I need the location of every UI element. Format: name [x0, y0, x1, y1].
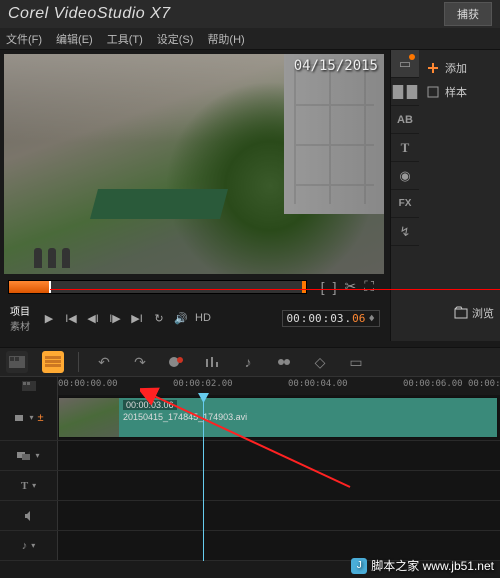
timeline-view-button[interactable]: [42, 351, 64, 373]
library-transition-icon[interactable]: [391, 78, 419, 106]
timeline-tracks: ▾ ± 00:00:03.06 20150415_174845_174903.a…: [0, 395, 500, 561]
chevron-down-icon: ▾: [31, 541, 35, 550]
template-button[interactable]: 样本: [425, 80, 494, 104]
chevron-down-icon: ▾: [35, 451, 39, 460]
preview-timestamp: 04/15/2015: [294, 58, 378, 74]
menu-tools[interactable]: 工具(T): [107, 31, 143, 47]
chevron-down-icon: ▾: [32, 481, 36, 490]
auto-music-button[interactable]: ♪: [237, 351, 259, 373]
watermark: J 脚本之家 www.jb51.net: [351, 557, 494, 574]
redo-button[interactable]: ↷: [129, 351, 151, 373]
go-end-button[interactable]: ▶I: [128, 309, 146, 327]
clip-duration: 00:00:03.06: [123, 400, 177, 410]
menu-bar: 文件(F) 编辑(E) 工具(T) 设定(S) 帮助(H): [0, 28, 500, 50]
video-track-head[interactable]: ▾ ±: [0, 395, 58, 440]
overlay-track-head[interactable]: ▾: [0, 441, 58, 470]
chapter-button[interactable]: ◇: [309, 351, 331, 373]
voice-track-head[interactable]: [0, 501, 58, 530]
prev-frame-button[interactable]: ◀I: [84, 309, 102, 327]
ruler-tick: 00:00:06.00: [403, 379, 463, 389]
library-path-icon[interactable]: ↯: [391, 218, 419, 246]
library-media-icon[interactable]: ▭: [391, 50, 419, 78]
playhead[interactable]: [203, 395, 204, 561]
library-graphic-icon[interactable]: T: [391, 134, 419, 162]
undo-button[interactable]: ↶: [93, 351, 115, 373]
chevron-down-icon: ▾: [29, 413, 33, 422]
browse-button[interactable]: 浏览: [454, 305, 494, 321]
video-clip[interactable]: 00:00:03.06 20150415_174845_174903.avi: [58, 397, 498, 438]
menu-file[interactable]: 文件(F): [6, 31, 42, 47]
record-button[interactable]: [165, 351, 187, 373]
ruler-head: [0, 377, 58, 395]
library-filter-icon[interactable]: ◉: [391, 162, 419, 190]
library-fx-icon[interactable]: FX: [391, 190, 419, 218]
title-track-head[interactable]: T ▾: [0, 471, 58, 500]
app-title: Corel VideoStudio X7: [8, 5, 171, 23]
mode-project[interactable]: 项目: [10, 303, 30, 318]
track-manager-button[interactable]: [273, 351, 295, 373]
ruler-tick: 00:00:08: [468, 379, 500, 389]
mark-out-button[interactable]: ]: [333, 279, 337, 295]
clip-filename: 20150415_174845_174903.avi: [123, 412, 493, 422]
storyboard-view-button[interactable]: [6, 351, 28, 373]
hd-toggle[interactable]: HD: [194, 309, 212, 327]
menu-help[interactable]: 帮助(H): [207, 31, 244, 47]
timeline-ruler[interactable]: 00:00:00.00 00:00:02.00 00:00:04.00 00:00:0…: [58, 377, 500, 395]
mixer-button[interactable]: [201, 351, 223, 373]
mode-clip[interactable]: 素材: [10, 318, 30, 333]
menu-settings[interactable]: 设定(S): [157, 31, 194, 47]
next-frame-button[interactable]: I▶: [106, 309, 124, 327]
split-clip-button[interactable]: ✂: [344, 278, 356, 295]
timecode-display[interactable]: 00:00:03.06♦: [282, 310, 381, 327]
volume-button[interactable]: 🔊: [172, 309, 190, 327]
play-button[interactable]: ▶: [40, 309, 58, 327]
music-track-head[interactable]: ♪ ▾: [0, 531, 58, 560]
add-button[interactable]: 添加: [425, 56, 494, 80]
library-title-icon[interactable]: AB: [391, 106, 419, 134]
preview-monitor[interactable]: 04/15/2015: [4, 54, 384, 274]
go-start-button[interactable]: I◀: [62, 309, 80, 327]
scrub-bar[interactable]: [8, 280, 307, 294]
annotation-line: [50, 289, 500, 290]
mark-in-button[interactable]: [: [321, 279, 325, 295]
enlarge-button[interactable]: ⛶: [364, 278, 374, 295]
ruler-tick: 00:00:00.00: [58, 379, 118, 389]
repeat-button[interactable]: ↻: [150, 309, 168, 327]
capture-button[interactable]: 捕获: [444, 2, 492, 26]
ruler-tick: 00:00:04.00: [288, 379, 348, 389]
clip-thumbnail: [59, 398, 119, 437]
subtitle-button[interactable]: ▭: [345, 351, 367, 373]
ruler-tick: 00:00:02.00: [173, 379, 233, 389]
menu-edit[interactable]: 编辑(E): [56, 31, 93, 47]
